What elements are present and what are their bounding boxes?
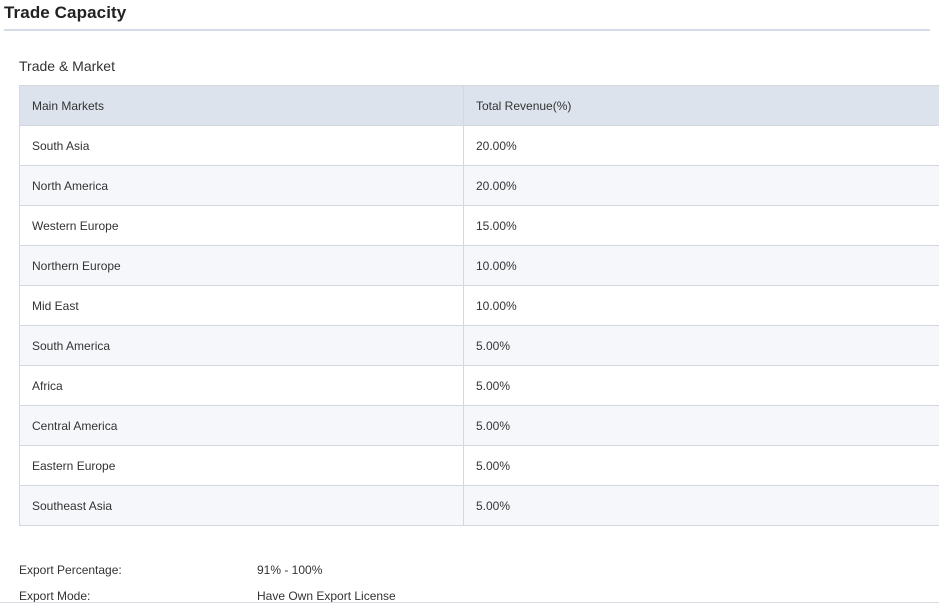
table-row: Northern Europe 10.00%: [19, 245, 939, 286]
revenue-cell: 5.00%: [463, 365, 939, 406]
market-cell: Northern Europe: [19, 245, 464, 286]
market-cell: Africa: [19, 365, 464, 406]
table-row: Central America 5.00%: [19, 405, 939, 446]
market-cell: Mid East: [19, 285, 464, 326]
table-header-row: Main Markets Total Revenue(%): [19, 85, 939, 126]
export-percentage-value: 91% - 100%: [257, 563, 323, 577]
page-title: Trade Capacity: [4, 3, 127, 22]
market-cell: Southeast Asia: [19, 485, 464, 526]
revenue-cell: 10.00%: [463, 285, 939, 326]
market-cell: North America: [19, 165, 464, 206]
market-cell: South America: [19, 325, 464, 366]
export-mode-value: Have Own Export License: [257, 589, 396, 603]
section-title-trade-market: Trade & Market: [19, 58, 115, 74]
market-cell: Western Europe: [19, 205, 464, 246]
revenue-cell: 5.00%: [463, 445, 939, 486]
column-header-main-markets: Main Markets: [19, 85, 464, 126]
bottom-divider: [0, 602, 939, 603]
revenue-cell: 20.00%: [463, 165, 939, 206]
table-row: Mid East 10.00%: [19, 285, 939, 326]
table-row: Africa 5.00%: [19, 365, 939, 406]
table-row: North America 20.00%: [19, 165, 939, 206]
main-markets-table: Main Markets Total Revenue(%) South Asia…: [19, 85, 939, 526]
table-row: Western Europe 15.00%: [19, 205, 939, 246]
export-mode-label: Export Mode:: [19, 589, 91, 603]
export-percentage-label: Export Percentage:: [19, 563, 122, 577]
revenue-cell: 5.00%: [463, 485, 939, 526]
column-header-total-revenue: Total Revenue(%): [463, 85, 939, 126]
revenue-cell: 10.00%: [463, 245, 939, 286]
table-row: Eastern Europe 5.00%: [19, 445, 939, 486]
revenue-cell: 15.00%: [463, 205, 939, 246]
market-cell: South Asia: [19, 125, 464, 166]
market-cell: Eastern Europe: [19, 445, 464, 486]
revenue-cell: 20.00%: [463, 125, 939, 166]
table-row: South Asia 20.00%: [19, 125, 939, 166]
table-row: South America 5.00%: [19, 325, 939, 366]
revenue-cell: 5.00%: [463, 325, 939, 366]
title-divider: [4, 29, 930, 31]
revenue-cell: 5.00%: [463, 405, 939, 446]
market-cell: Central America: [19, 405, 464, 446]
table-row: Southeast Asia 5.00%: [19, 485, 939, 526]
